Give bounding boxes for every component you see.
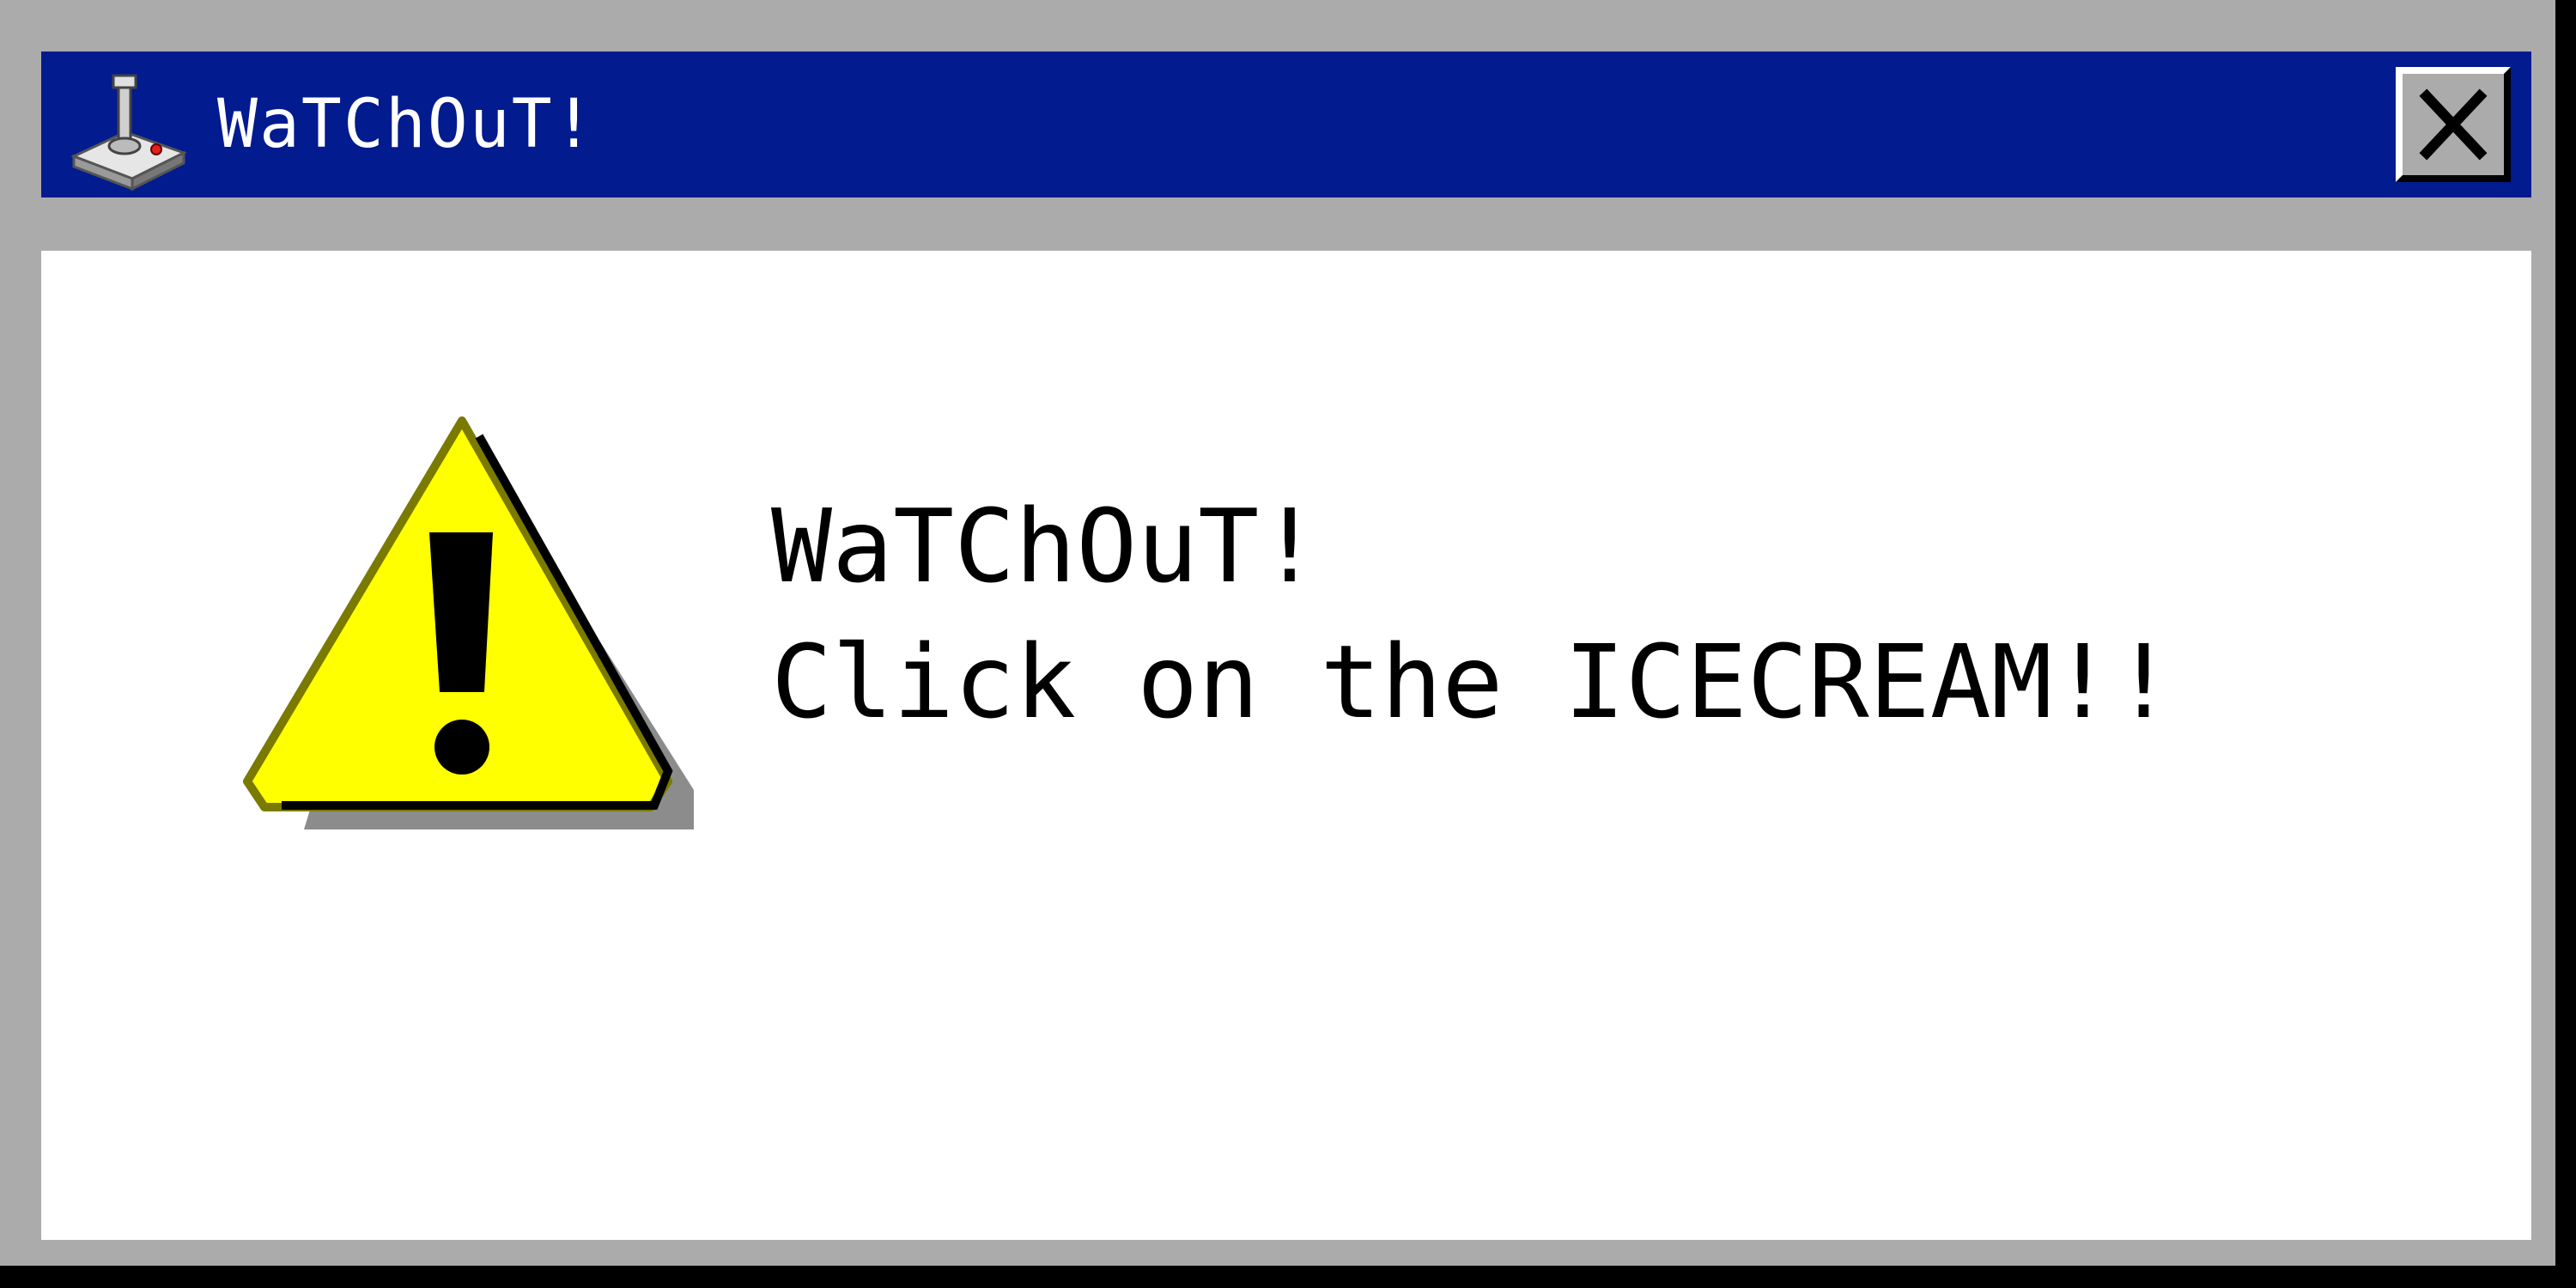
joystick-icon bbox=[64, 64, 192, 192]
message-line-1: WaTChOuT! bbox=[771, 487, 1321, 605]
close-icon bbox=[2419, 88, 2488, 161]
dialog-frame: WaTChOuT! WaTChOuT! Click on the ICECREA… bbox=[0, 0, 2555, 1266]
warning-icon bbox=[230, 412, 711, 859]
window-title: WaTChOuT! bbox=[217, 86, 596, 163]
alert-dialog: WaTChOuT! WaTChOuT! Click on the ICECREA… bbox=[0, 0, 2576, 1288]
close-button[interactable] bbox=[2396, 67, 2511, 182]
title-bar[interactable]: WaTChOuT! bbox=[41, 52, 2531, 197]
message-line-2: Click on the ICECREAM!! bbox=[771, 623, 2174, 741]
message-text: WaTChOuT! Click on the ICECREAM!! bbox=[771, 478, 2174, 750]
dialog-content: WaTChOuT! Click on the ICECREAM!! bbox=[41, 251, 2531, 1240]
